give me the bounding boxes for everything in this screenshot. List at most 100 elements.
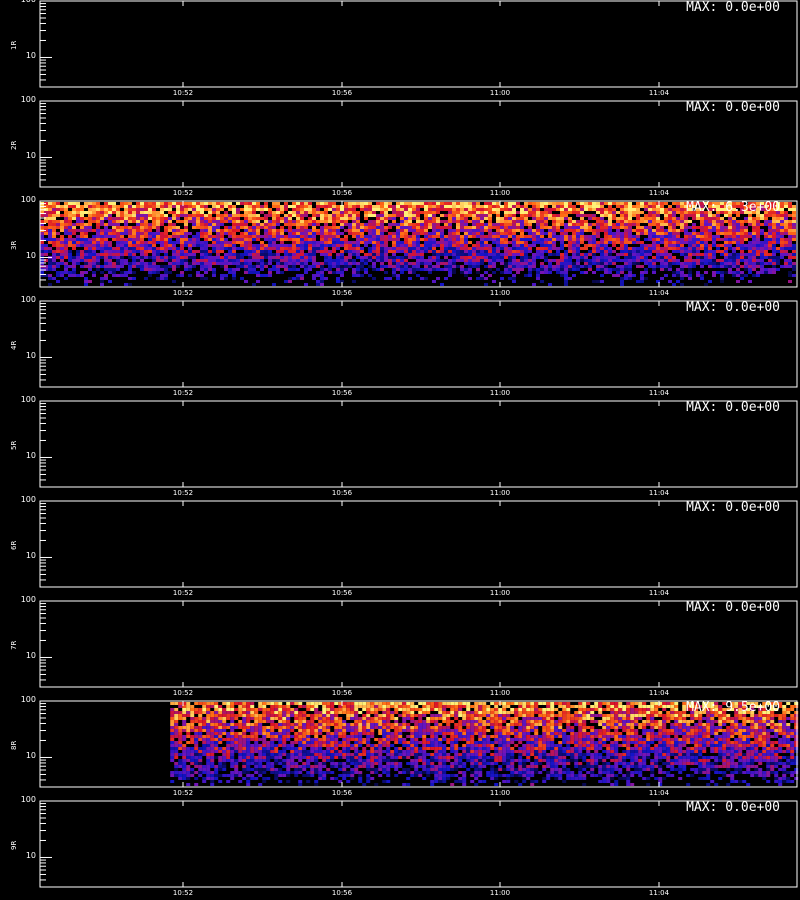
heatmap-cell — [348, 259, 352, 262]
heatmap-cell — [560, 202, 564, 205]
spectrogram-panel: 100 10 10:52 10:56 11:00 11:04 5R MAX: 0.0e+00 — [0, 395, 800, 500]
heatmap-cell — [540, 262, 544, 265]
heatmap-cell — [644, 208, 648, 211]
plot-frame — [39, 400, 798, 488]
heatmap-cell — [184, 262, 188, 265]
heatmap-cell — [288, 256, 292, 259]
heatmap-cell — [174, 720, 179, 723]
heatmap-cell — [372, 244, 376, 247]
heatmap-cell — [692, 232, 696, 235]
heatmap-cell — [488, 232, 492, 235]
heatmap-cell — [194, 717, 199, 720]
heatmap-cell — [668, 220, 672, 223]
heatmap-cell — [340, 256, 344, 259]
heatmap-cell — [404, 244, 408, 247]
heatmap-cell — [720, 220, 724, 223]
heatmap-cell — [400, 235, 404, 238]
heatmap-cell — [222, 702, 227, 705]
heatmap-cell — [360, 259, 364, 262]
heatmap-cell — [136, 241, 140, 244]
heatmap-cell — [392, 208, 396, 211]
heatmap-cell — [148, 238, 152, 241]
heatmap-cell — [568, 262, 572, 265]
heatmap-cell — [628, 235, 632, 238]
heatmap-cell — [246, 711, 251, 714]
heatmap-cell — [588, 250, 592, 253]
heatmap-cell — [340, 208, 344, 211]
heatmap-cell — [628, 262, 632, 265]
heatmap-cell — [660, 259, 664, 262]
heatmap-cell — [428, 235, 432, 238]
heatmap-cell — [348, 250, 352, 253]
heatmap-cell — [244, 208, 248, 211]
heatmap-cell — [544, 265, 548, 268]
heatmap-cell — [192, 223, 196, 226]
heatmap-cell — [448, 232, 452, 235]
heatmap-cell — [124, 259, 128, 262]
heatmap-cell — [236, 238, 240, 241]
heatmap-cell — [536, 241, 540, 244]
heatmap-cell — [270, 741, 275, 744]
heatmap-cell — [194, 771, 199, 774]
heatmap-cell — [256, 250, 260, 253]
spectrogram-plot — [39, 200, 798, 288]
heatmap-cell — [286, 753, 291, 756]
heatmap-cell — [96, 247, 100, 250]
heatmap-cell — [368, 202, 372, 205]
heatmap-cell — [596, 220, 600, 223]
heatmap-cell — [262, 711, 267, 714]
heatmap-cell — [248, 217, 252, 220]
heatmap-cell — [178, 732, 183, 735]
heatmap-cell — [364, 244, 368, 247]
heatmap-cell — [480, 235, 484, 238]
heatmap-cell — [784, 244, 788, 247]
heatmap-cell — [188, 241, 192, 244]
x-tick-label: 10:56 — [331, 389, 353, 397]
heatmap-cell — [628, 259, 632, 262]
heatmap-cell — [290, 741, 295, 744]
heatmap-cell — [234, 747, 239, 750]
heatmap-cell — [226, 732, 231, 735]
heatmap-cell — [784, 253, 788, 256]
heatmap-cell — [724, 238, 728, 241]
heatmap-cell — [212, 238, 216, 241]
heatmap-cell — [60, 238, 64, 241]
heatmap-cell — [246, 759, 251, 762]
heatmap-cell — [568, 244, 572, 247]
heatmap-cell — [548, 226, 552, 229]
heatmap-cell — [246, 777, 251, 780]
heatmap-cell — [460, 244, 464, 247]
heatmap-cell — [60, 253, 64, 256]
heatmap-cell — [308, 220, 312, 223]
heatmap-cell — [624, 244, 628, 247]
heatmap-cell — [576, 220, 580, 223]
heatmap-cell — [548, 247, 552, 250]
heatmap-cell — [464, 208, 468, 211]
heatmap-cell — [242, 732, 247, 735]
heatmap-cell — [504, 211, 508, 214]
heatmap-cell — [246, 750, 251, 753]
heatmap-cell — [178, 747, 183, 750]
heatmap-cell — [186, 747, 191, 750]
heatmap-cell — [212, 205, 216, 208]
heatmap-cell — [226, 741, 231, 744]
heatmap-cell — [688, 238, 692, 241]
heatmap-cell — [680, 205, 684, 208]
heatmap-cell — [230, 705, 235, 708]
heatmap-cell — [156, 220, 160, 223]
heatmap-cell — [332, 211, 336, 214]
heatmap-cell — [592, 235, 596, 238]
heatmap-cell — [278, 744, 283, 747]
heatmap-cell — [756, 223, 760, 226]
heatmap-cell — [254, 738, 259, 741]
heatmap-cell — [760, 268, 764, 271]
heatmap-cell — [56, 238, 60, 241]
heatmap-cell — [174, 744, 179, 747]
heatmap-cell — [208, 208, 212, 211]
heatmap-cell — [792, 217, 796, 220]
heatmap-cell — [688, 232, 692, 235]
heatmap-cell — [206, 729, 211, 732]
heatmap-cell — [286, 774, 291, 777]
heatmap-cell — [256, 274, 260, 277]
heatmap-cell — [176, 259, 180, 262]
